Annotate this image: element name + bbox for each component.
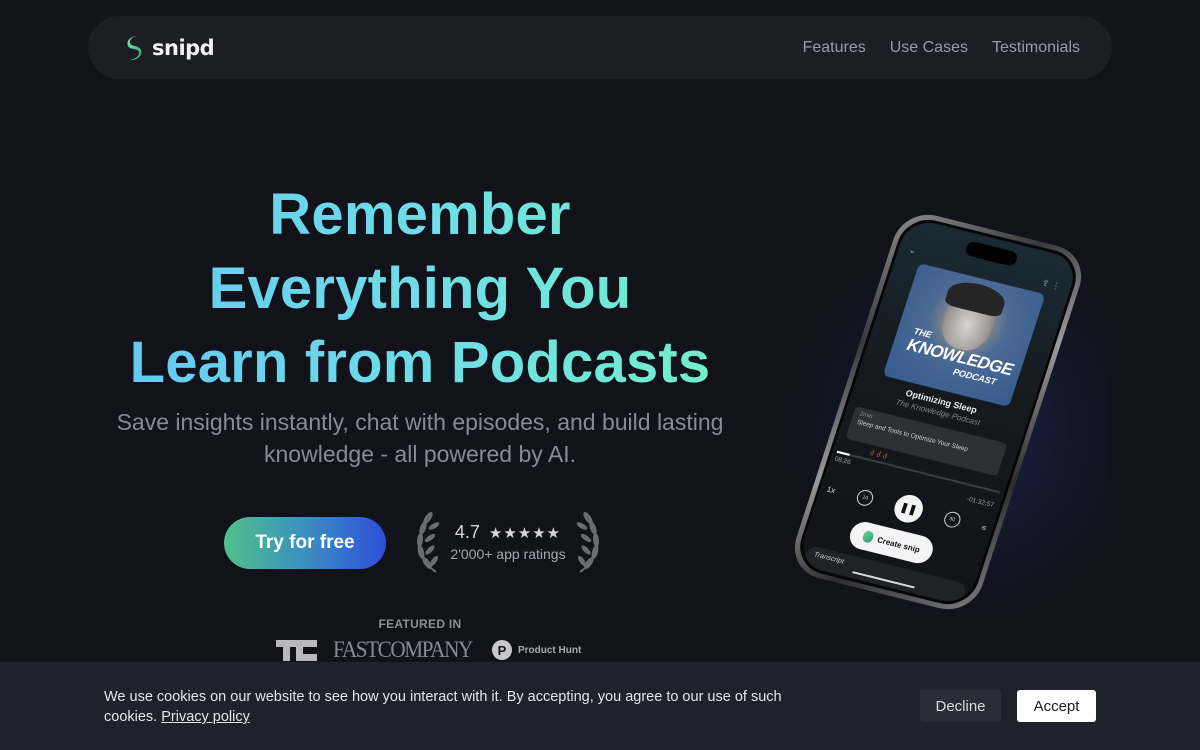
hero-subheadline: Save insights instantly, chat with episo… <box>116 409 724 467</box>
skip-back-icon: 10 <box>854 488 876 508</box>
techcrunch-logo-icon <box>276 639 317 661</box>
rating-stars-icon: ★★★★★ <box>488 525 562 542</box>
collapse-chevron-icon: ⌄ <box>907 244 918 256</box>
snipd-mini-logo-icon <box>861 529 875 544</box>
pause-icon: ❚❚ <box>890 492 927 526</box>
headline-line-2: Everything You <box>208 256 632 321</box>
elapsed-time: 08:26 <box>833 455 852 467</box>
share-menu-icons: ⇪ ⋮ <box>1040 277 1063 292</box>
brand-name: snipd <box>152 35 215 60</box>
headline-line-3: Learn from Podcasts <box>129 330 711 395</box>
cookie-message: We use cookies on our website to see how… <box>104 687 824 727</box>
app-rating-badge: 4.7 ★★★★★ 2'000+ app ratings <box>414 512 602 574</box>
progress-fill <box>836 450 851 456</box>
try-for-free-button[interactable]: Try for free <box>224 517 386 569</box>
product-hunt-text: Product Hunt <box>517 644 582 656</box>
cookie-banner: We use cookies on our website to see how… <box>0 662 1200 750</box>
nav-link-use-cases[interactable]: Use Cases <box>890 39 968 57</box>
create-snip-label: Create snip <box>876 534 922 554</box>
nav-link-testimonials[interactable]: Testimonials <box>992 39 1080 57</box>
nav-link-features[interactable]: Features <box>803 39 866 57</box>
decline-cookies-button[interactable]: Decline <box>920 690 1001 722</box>
queue-icon: ≡ <box>980 522 988 533</box>
snipd-logo-icon <box>127 35 142 60</box>
hero-headline: Remember Everything You Learn from Podca… <box>80 178 760 400</box>
skip-forward-icon: 30 <box>941 510 963 530</box>
press-logos: FASTCOMPANY P Product Hunt <box>276 637 582 662</box>
remaining-time: -01:32:57 <box>965 495 995 510</box>
privacy-policy-link[interactable]: Privacy policy <box>161 709 250 725</box>
podcast-artwork: THE KNOWLEDGE PODCAST <box>882 263 1046 407</box>
nav-links: Features Use Cases Testimonials <box>803 39 1080 57</box>
transcript-label: Transcript <box>812 551 845 566</box>
accept-cookies-button[interactable]: Accept <box>1017 690 1096 722</box>
product-hunt-icon: P <box>491 640 512 660</box>
product-hunt-logo: P Product Hunt <box>491 640 582 660</box>
laurel-right-icon <box>576 512 600 573</box>
featured-in-label: FEATURED IN <box>378 617 462 631</box>
brand-logo[interactable]: snipd <box>124 35 215 61</box>
rating-score: 4.7 <box>454 522 480 542</box>
fast-company-logo: FASTCOMPANY <box>333 637 473 662</box>
headline-line-1: Remember <box>269 182 571 247</box>
playback-speed: 1x <box>825 484 837 495</box>
top-nav: snipd Features Use Cases Testimonials <box>88 16 1112 79</box>
